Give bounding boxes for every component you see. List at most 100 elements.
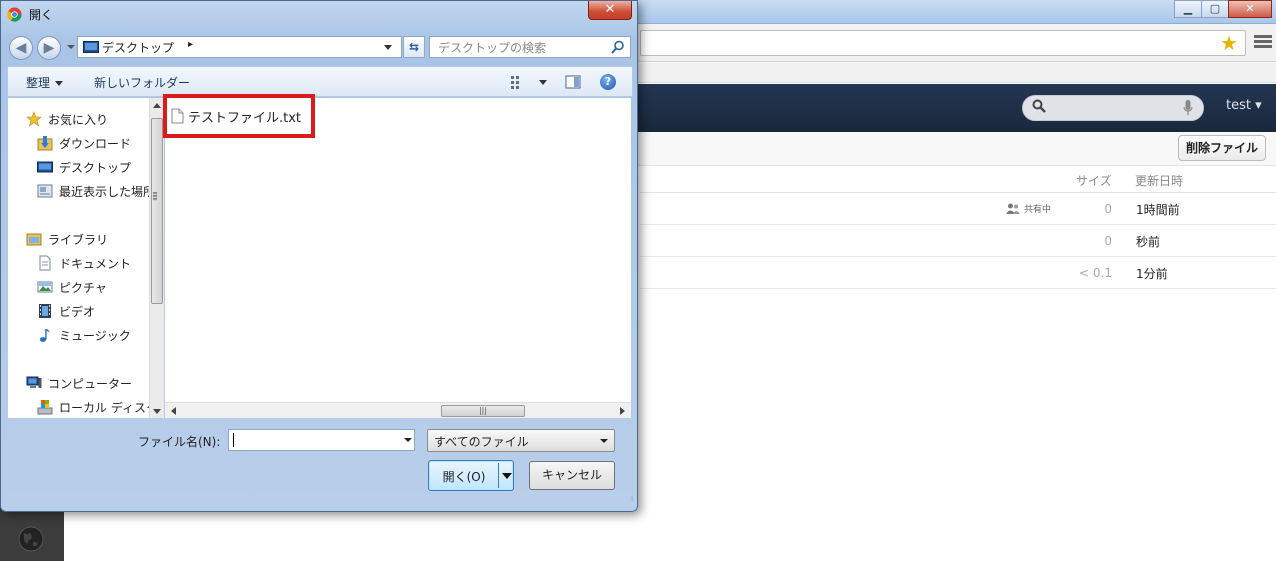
table-header: サイズ 更新日時 [640,166,1276,193]
dialog-toolbar: 整理 新しいフォルダー ? [7,66,633,97]
scroll-left-icon[interactable] [171,407,176,415]
nav-item-music[interactable]: ミュージック [37,325,157,345]
open-file-dialog: 開く ✕ ◀ ▶ デスクトップ ▸ ⇆ デスクトップの検索 整理 新しいフォルダ… [0,0,638,512]
desktop-icon [37,161,53,173]
file-size: 0 [1104,202,1112,216]
downloads-folder-icon [37,136,53,151]
nav-item-recent-places[interactable]: 最近表示した場所 [37,181,157,201]
table-row[interactable]: < 0.1 1分前 [640,257,1276,289]
scroll-up-icon[interactable] [153,103,161,108]
globe-icon[interactable] [17,525,45,553]
file-table: サイズ 更新日時 共有中 0 1時間前 0 秒前 < 0.1 1分前 [640,166,1276,289]
filename-label: ファイル名(N): [138,435,221,449]
local-disk-icon [37,400,53,415]
dialog-footer: ファイル名(N): すべてのファイル 開く(O) キャンセル ⠿ [1,419,637,511]
text-caret [233,433,234,447]
nav-item-videos[interactable]: ビデオ [37,301,157,321]
chevron-down-icon [600,439,608,443]
shared-users-icon [1006,203,1020,214]
music-note-icon [39,329,50,342]
address-bar[interactable] [640,30,1246,56]
maximize-button[interactable]: ▢ [1201,0,1229,18]
column-header-size[interactable]: サイズ [1076,172,1112,189]
forward-button[interactable]: ▶ [37,36,61,60]
back-button[interactable]: ◀ [9,36,33,60]
recent-locations-dropdown-icon[interactable] [67,45,75,49]
view-options-icon[interactable] [510,74,526,90]
nav-item-desktop[interactable]: デスクトップ [37,157,157,177]
search-icon [1032,99,1046,113]
navigation-pane-scrollbar[interactable]: ‗ ‗ ‗ [149,98,164,418]
preview-pane-icon[interactable] [565,74,581,90]
chrome-icon [7,6,22,22]
computer-icon [26,376,42,388]
bookmark-star-icon[interactable]: ★ [1220,30,1238,56]
file-modified: 1時間前 [1136,203,1180,217]
address-dropdown-icon[interactable] [384,45,392,50]
help-icon[interactable]: ? [600,74,616,90]
desktop-icon [83,41,99,53]
user-menu[interactable]: test ▾ [1226,98,1262,113]
file-type-value: すべてのファイル [434,435,529,449]
file-size: < 0.1 [1079,266,1112,280]
filename-history-dropdown-icon[interactable] [404,438,412,442]
star-icon [26,111,42,127]
nav-item-computer[interactable]: コンピューター [26,373,146,393]
highlight-annotation [163,94,315,138]
view-dropdown-icon[interactable] [539,80,547,85]
dialog-navigation-bar: ◀ ▶ デスクトップ ▸ ⇆ デスクトップの検索 [7,34,633,60]
pictures-icon [37,281,53,293]
table-row[interactable]: 共有中 0 1時間前 [640,193,1276,225]
refresh-button[interactable]: ⇆ [403,36,425,58]
scrollbar-thumb[interactable] [151,118,163,304]
microphone-icon[interactable] [1183,100,1193,116]
new-folder-button[interactable]: 新しいフォルダー [94,74,190,91]
dialog-search-placeholder: デスクトップの検索 [438,41,547,55]
open-options-dropdown-icon[interactable] [502,473,512,479]
scroll-right-icon[interactable] [620,407,625,415]
nav-item-downloads[interactable]: ダウンロード [37,133,157,153]
filename-input[interactable] [228,429,415,451]
minimize-button[interactable]: ▁ [1174,0,1202,18]
shared-indicator[interactable]: 共有中 [1006,202,1051,215]
scrollbar-grip-icon: ‗ ‗ ‗ [153,185,157,200]
document-icon [39,255,51,271]
file-modified: 1分前 [1136,267,1168,281]
cancel-button[interactable]: キャンセル [529,461,615,490]
file-modified: 秒前 [1136,235,1161,249]
dialog-title: 開く [29,7,54,22]
nav-item-favorites[interactable]: お気に入り [26,109,146,129]
scrollbar-thumb[interactable]: ||| [441,405,525,417]
file-list-pane: テストファイル.txt ||| [163,94,631,418]
browser-menu-icon[interactable] [1254,33,1272,53]
location-address-bar[interactable]: デスクトップ ▸ [77,36,402,58]
scroll-down-icon[interactable] [153,409,161,414]
organize-menu[interactable]: 整理 [26,74,64,91]
window-close-button[interactable]: ✕ [1228,0,1272,18]
file-pane-horizontal-scrollbar[interactable]: ||| [165,402,631,418]
nav-item-pictures[interactable]: ピクチャ [37,277,157,297]
file-type-select[interactable]: すべてのファイル [427,429,615,452]
open-button[interactable]: 開く(O) [428,460,514,491]
file-size: 0 [1104,234,1112,248]
nav-item-local-disk[interactable]: ローカル ディスク [37,397,157,417]
breadcrumb-chevron-icon[interactable]: ▸ [188,39,193,50]
shared-label: 共有中 [1024,205,1052,215]
window-controls: ▁ ▢ ✕ [1174,0,1272,18]
dialog-title-bar: 開く [7,5,53,23]
column-header-modified[interactable]: 更新日時 [1135,172,1183,189]
address-location[interactable]: デスクトップ [102,39,174,56]
header-search-input[interactable] [1022,95,1204,121]
nav-item-documents[interactable]: ドキュメント [37,253,157,273]
video-icon [39,304,51,318]
nav-item-libraries[interactable]: ライブラリ [26,229,146,249]
search-icon [611,40,624,54]
navigation-pane: お気に入り ダウンロード デスクトップ 最近表示した場所 ライブラリ ドキュメン… [8,98,164,418]
resize-grip-icon[interactable]: ⠿ [624,497,634,508]
dialog-search-input[interactable]: デスクトップの検索 [429,36,631,58]
table-row[interactable]: 0 秒前 [640,225,1276,257]
dialog-close-button[interactable]: ✕ [588,1,632,20]
open-button-label: 開く(O) [442,470,486,484]
deleted-files-button[interactable]: 削除ファイル [1178,135,1267,161]
chevron-down-icon [55,81,64,86]
